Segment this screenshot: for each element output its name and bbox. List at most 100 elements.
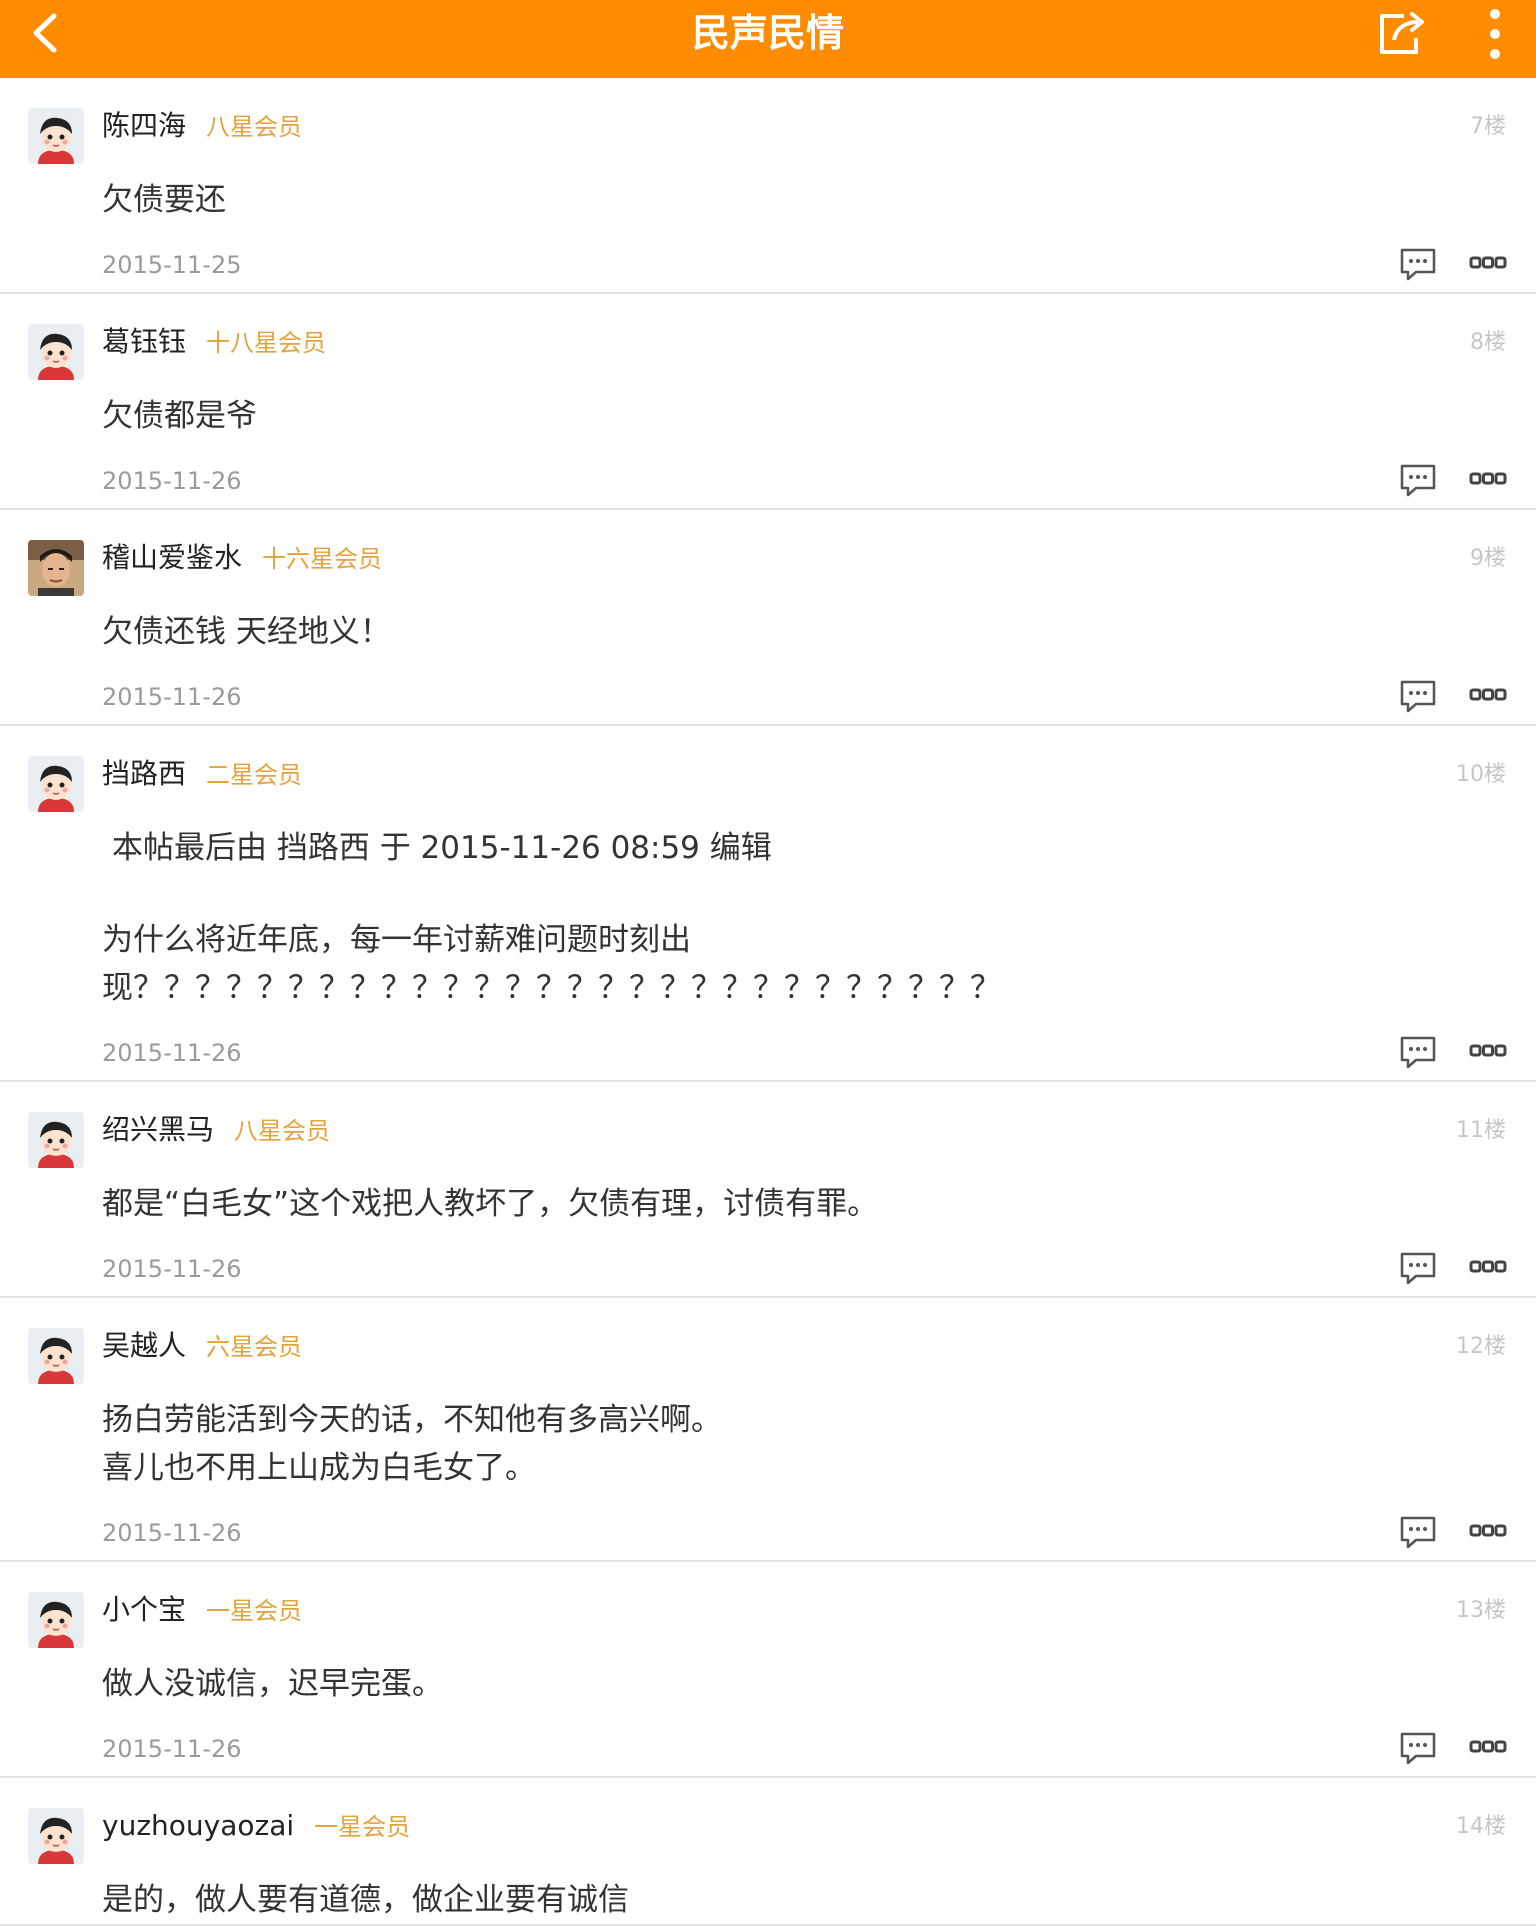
post-content: 欠债都是爷 [102, 392, 1496, 440]
user-avatar[interactable] [28, 108, 84, 164]
floor-number: 9楼 [1470, 546, 1506, 571]
member-rank: 八星会员 [206, 113, 303, 141]
content-line: 做人没诚信，迟早完蛋。 [102, 1666, 443, 1702]
more-horizontal-icon[interactable] [1468, 1516, 1508, 1546]
post-item: 吴越人 六星会员 12楼 扬白劳能活到今天的话，不知他有多高兴啊。 喜儿也不用上山成为白… [0, 1298, 1536, 1562]
user-avatar[interactable] [28, 540, 84, 596]
username[interactable]: 挡路西 [102, 752, 186, 796]
post-item: 绍兴黑马 八星会员 11楼 都是“白毛女”这个戏把人教坏了，欠债有理，讨债有罪。 201… [0, 1082, 1536, 1298]
floor-number: 13楼 [1456, 1598, 1506, 1623]
user-avatar[interactable] [28, 324, 84, 380]
member-rank: 十八星会员 [206, 329, 327, 357]
post-content: 欠债要还 [102, 176, 1496, 224]
member-rank: 八星会员 [234, 1117, 331, 1145]
more-horizontal-icon[interactable] [1468, 1252, 1508, 1282]
comment-icon[interactable] [1398, 1514, 1438, 1552]
page-title: 民声民情 [691, 11, 844, 55]
content-line: 欠债都是爷 [102, 398, 257, 434]
share-icon[interactable] [1374, 8, 1434, 58]
content-line: 欠债要还 [102, 182, 226, 218]
post-date: 2015-11-26 [102, 1519, 242, 1547]
floor-number: 14楼 [1456, 1814, 1506, 1839]
floor-number: 12楼 [1456, 1334, 1506, 1359]
post-date: 2015-11-26 [102, 683, 242, 711]
comment-icon[interactable] [1398, 462, 1438, 500]
username[interactable]: 吴越人 [102, 1324, 186, 1368]
floor-number: 8楼 [1470, 330, 1506, 355]
content-line: 现？？？？？？？？？？？？？？？？？？？？？？？？？？？？ [102, 970, 1001, 1006]
comment-icon[interactable] [1398, 1034, 1438, 1072]
post-footer: 2015-11-26 [102, 1722, 1536, 1776]
member-rank: 一星会员 [314, 1813, 411, 1841]
edit-note: 本帖最后由 挡路西 于 2015-11-26 08:59 编辑 [112, 830, 772, 866]
post-date: 2015-11-26 [102, 1039, 242, 1067]
member-rank: 十六星会员 [262, 545, 383, 573]
post-date: 2015-11-26 [102, 1735, 242, 1763]
content-line: 都是“白毛女”这个戏把人教坏了，欠债有理，讨债有罪。 [102, 1186, 879, 1222]
username[interactable]: 陈四海 [102, 104, 186, 148]
content-line: 喜儿也不用上山成为白毛女了。 [102, 1450, 536, 1486]
post-footer: 2015-11-26 [102, 1506, 1536, 1560]
more-horizontal-icon[interactable] [1468, 680, 1508, 710]
username[interactable]: 绍兴黑马 [102, 1108, 214, 1152]
post-content: 欠债还钱 天经地义！ [102, 608, 1496, 656]
post-date: 2015-11-26 [102, 467, 242, 495]
floor-number: 7楼 [1470, 114, 1506, 139]
post-header: 绍兴黑马 八星会员 [102, 1108, 1536, 1152]
more-horizontal-icon[interactable] [1468, 464, 1508, 494]
comment-icon[interactable] [1398, 1250, 1438, 1288]
post-content: 是的，做人要有道德，做企业要有诚信 [102, 1876, 1496, 1924]
post-header: 稽山爱鉴水 十六星会员 [102, 536, 1536, 580]
post-header: 小个宝 一星会员 [102, 1588, 1536, 1632]
more-vertical-icon[interactable] [1478, 6, 1512, 62]
post-header: 葛钰钰 十八星会员 [102, 320, 1536, 364]
user-avatar[interactable] [28, 1112, 84, 1168]
post-content: 做人没诚信，迟早完蛋。 [102, 1660, 1496, 1708]
user-avatar[interactable] [28, 1328, 84, 1384]
username[interactable]: 葛钰钰 [102, 320, 186, 364]
member-rank: 六星会员 [206, 1333, 303, 1361]
comment-icon[interactable] [1398, 678, 1438, 716]
more-horizontal-icon[interactable] [1468, 1036, 1508, 1066]
floor-number: 11楼 [1456, 1118, 1506, 1143]
content-line: 扬白劳能活到今天的话，不知他有多高兴啊。 [102, 1402, 722, 1438]
post-footer: 2015-11-26 [102, 670, 1536, 724]
more-horizontal-icon[interactable] [1468, 248, 1508, 278]
floor-number: 10楼 [1456, 762, 1506, 787]
post-footer: 2015-11-26 [102, 454, 1536, 508]
post-item: 葛钰钰 十八星会员 8楼 欠债都是爷 2015-11-26 [0, 294, 1536, 510]
content-line: 是的，做人要有道德，做企业要有诚信 [102, 1882, 629, 1918]
user-avatar[interactable] [28, 1808, 84, 1864]
comment-icon[interactable] [1398, 1730, 1438, 1768]
post-date: 2015-11-25 [102, 251, 242, 279]
member-rank: 一星会员 [206, 1597, 303, 1625]
post-item: 陈四海 八星会员 7楼 欠债要还 2015-11-25 [0, 78, 1536, 294]
post-item: 小个宝 一星会员 13楼 做人没诚信，迟早完蛋。 2015-11-26 [0, 1562, 1536, 1778]
post-footer: 2015-11-26 [102, 1026, 1536, 1080]
content-line: 欠债还钱 天经地义！ [102, 614, 391, 650]
content-line: 为什么将近年底，每一年讨薪难问题时刻出 [102, 922, 691, 958]
post-footer: 2015-11-26 [102, 1242, 1536, 1296]
post-list: 陈四海 八星会员 7楼 欠债要还 2015-11-25 葛钰钰 十八星会员 8楼 欠债都是爷 20… [0, 78, 1536, 1926]
username[interactable]: 稽山爱鉴水 [102, 536, 242, 580]
post-date: 2015-11-26 [102, 1255, 242, 1283]
post-item: 稽山爱鉴水 十六星会员 9楼 欠债还钱 天经地义！ 2015-11-26 [0, 510, 1536, 726]
post-content: 都是“白毛女”这个戏把人教坏了，欠债有理，讨债有罪。 [102, 1180, 1496, 1228]
more-horizontal-icon[interactable] [1468, 1732, 1508, 1762]
user-avatar[interactable] [28, 1592, 84, 1648]
post-item: 挡路西 二星会员 10楼本帖最后由 挡路西 于 2015-11-26 08:59 编… [0, 726, 1536, 1082]
post-header: 陈四海 八星会员 [102, 104, 1536, 148]
comment-icon[interactable] [1398, 246, 1438, 284]
post-footer: 2015-11-25 [102, 238, 1536, 292]
post-header: yuzhouyaozai 一星会员 [102, 1804, 1536, 1848]
post-item: yuzhouyaozai 一星会员 14楼是的，做人要有道德，做企业要有诚信 [0, 1778, 1536, 1926]
post-header: 吴越人 六星会员 [102, 1324, 1536, 1368]
post-header: 挡路西 二星会员 [102, 752, 1536, 796]
top-bar: 民声民情 [0, 0, 1536, 78]
post-content: 本帖最后由 挡路西 于 2015-11-26 08:59 编辑为什么将近年底，每… [102, 824, 1496, 1012]
username[interactable]: yuzhouyaozai [102, 1804, 294, 1848]
post-content: 扬白劳能活到今天的话，不知他有多高兴啊。 喜儿也不用上山成为白毛女了。 [102, 1396, 1496, 1492]
user-avatar[interactable] [28, 756, 84, 812]
username[interactable]: 小个宝 [102, 1588, 186, 1632]
